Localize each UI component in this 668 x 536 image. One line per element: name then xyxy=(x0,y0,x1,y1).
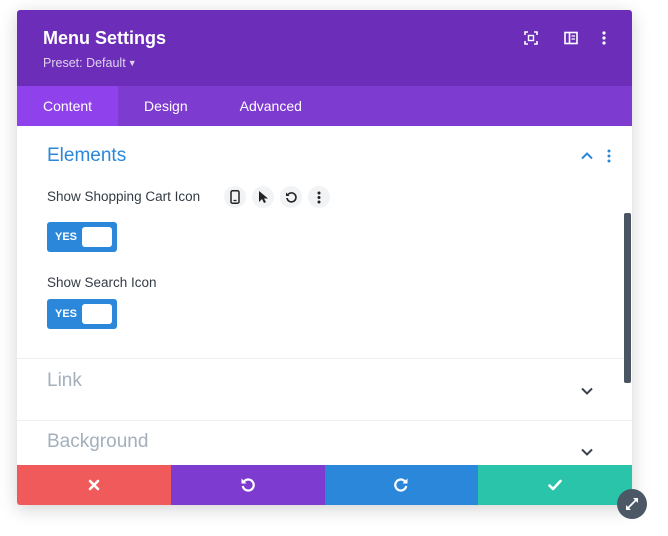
split-view-icon[interactable] xyxy=(561,28,581,48)
modal-title: Menu Settings xyxy=(43,28,167,48)
cancel-button[interactable] xyxy=(17,465,171,505)
toggle-knob xyxy=(82,304,112,324)
settings-body: Elements Show Shopping Cart Icon YES Sho… xyxy=(17,126,632,465)
scrollbar-thumb[interactable] xyxy=(624,213,631,383)
fullscreen-icon[interactable] xyxy=(521,28,541,48)
redo-icon xyxy=(394,478,408,492)
section-title-link[interactable]: Link xyxy=(47,370,82,392)
resize-handle[interactable] xyxy=(617,489,647,519)
chevron-down-icon[interactable] xyxy=(579,383,595,399)
undo-icon xyxy=(241,478,255,492)
option-label-shopping-cart: Show Shopping Cart Icon xyxy=(47,189,201,204)
redo-button[interactable] xyxy=(324,465,479,505)
more-icon[interactable] xyxy=(308,186,330,208)
undo-button[interactable] xyxy=(170,465,325,505)
section-title-background[interactable]: Background xyxy=(47,431,148,453)
tab-advanced[interactable]: Advanced xyxy=(214,86,328,126)
settings-modal: Menu Settings Preset: Default ▼ Content … xyxy=(17,10,632,505)
chevron-down-icon[interactable] xyxy=(579,444,595,460)
section-title-elements[interactable]: Elements xyxy=(47,145,126,167)
section-divider xyxy=(17,358,632,359)
toggle-state-label: YES xyxy=(55,308,78,320)
toggle-knob xyxy=(82,227,112,247)
modal-header: Menu Settings Preset: Default ▼ xyxy=(17,10,632,86)
cursor-icon[interactable] xyxy=(252,186,274,208)
reset-icon[interactable] xyxy=(280,186,302,208)
tab-design[interactable]: Design xyxy=(118,86,214,126)
phone-icon[interactable] xyxy=(224,186,246,208)
toggle-shopping-cart[interactable]: YES xyxy=(47,222,117,252)
preset-label: Preset: Default xyxy=(43,56,126,70)
close-icon xyxy=(88,479,100,491)
option-tools xyxy=(224,186,330,208)
chevron-up-icon[interactable] xyxy=(579,148,595,164)
toggle-state-label: YES xyxy=(55,231,78,243)
modal-footer xyxy=(17,465,632,505)
section-more-icon[interactable] xyxy=(605,148,613,164)
option-label-search: Show Search Icon xyxy=(47,275,157,290)
save-button[interactable] xyxy=(478,465,632,505)
tab-content[interactable]: Content xyxy=(17,86,119,126)
caret-down-icon: ▼ xyxy=(127,58,137,68)
resize-icon xyxy=(626,498,638,510)
check-icon xyxy=(548,479,562,491)
section-divider xyxy=(17,420,632,421)
tab-bar: Content Design Advanced xyxy=(17,86,632,126)
more-options-icon[interactable] xyxy=(594,28,614,48)
toggle-search[interactable]: YES xyxy=(47,299,117,329)
preset-selector[interactable]: Preset: Default ▼ xyxy=(43,56,137,70)
